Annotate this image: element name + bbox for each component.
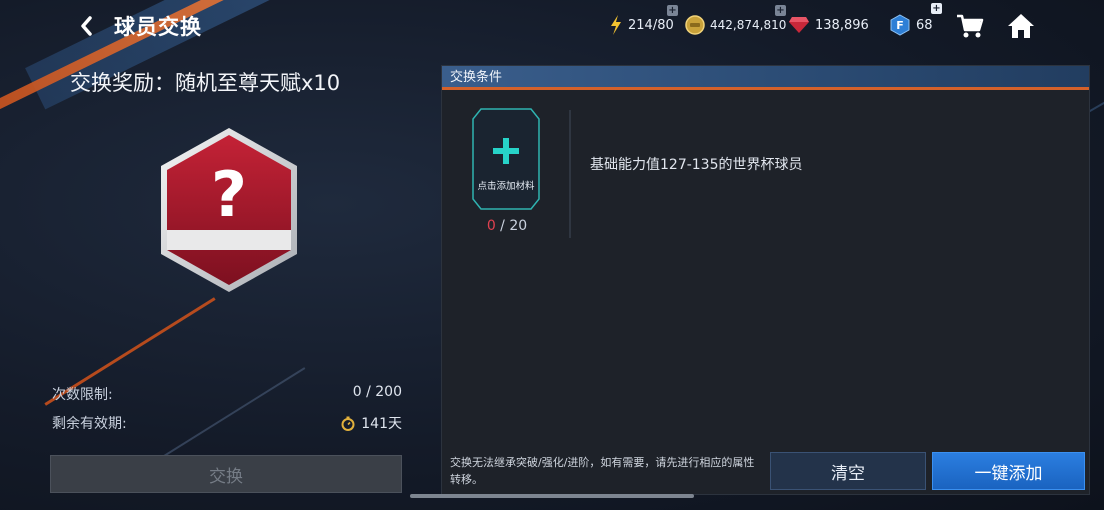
coins-value: 442,874,810 bbox=[710, 18, 787, 32]
reward-title: 交换奖励：随机至尊天赋x10 bbox=[70, 71, 341, 95]
home-button[interactable] bbox=[1006, 11, 1036, 41]
energy-resource[interactable]: 214/80 + bbox=[609, 5, 678, 37]
gem-icon bbox=[788, 16, 810, 34]
limit-label: 次数限制: bbox=[52, 387, 113, 403]
conditions-header: 交换条件 bbox=[442, 66, 1089, 90]
gems-value: 138,896 bbox=[815, 17, 869, 33]
limit-value: 0 / 200 bbox=[352, 384, 402, 400]
fpoints-value: 68 bbox=[916, 17, 933, 33]
exchange-note: 交换无法继承突破/强化/进阶，如有需要，请先进行相应的属性转移。 bbox=[450, 456, 755, 486]
conditions-panel: 交换条件 点击添加材料 0 / 20 基础能力值127-135的世界杯球员 交换… bbox=[441, 65, 1090, 495]
add-energy-icon[interactable]: + bbox=[667, 5, 678, 16]
exchange-button[interactable]: 交换 bbox=[50, 455, 402, 493]
requirement-text: 基础能力值127-135的世界杯球员 bbox=[590, 157, 803, 173]
coins-resource[interactable]: 442,874,810 + bbox=[685, 5, 787, 37]
home-icon bbox=[1008, 14, 1034, 38]
coin-icon bbox=[685, 15, 705, 35]
cart-icon bbox=[957, 14, 984, 38]
gems-resource[interactable]: 138,896 bbox=[788, 13, 869, 37]
page-title: 球员交换 bbox=[114, 15, 202, 39]
auto-add-button[interactable]: 一键添加 bbox=[932, 452, 1085, 490]
add-material-slot[interactable]: 点击添加材料 bbox=[471, 107, 541, 211]
add-fpoints-icon[interactable]: + bbox=[931, 3, 942, 14]
question-card-icon: ? bbox=[161, 128, 297, 292]
back-arrow-icon bbox=[81, 16, 92, 36]
validity-label: 剩余有效期: bbox=[52, 416, 127, 432]
svg-text:F: F bbox=[896, 19, 904, 32]
stopwatch-icon bbox=[341, 416, 355, 431]
validity-value-wrap: 141天 bbox=[341, 413, 402, 433]
divider bbox=[569, 110, 571, 238]
material-count: 0 / 20 bbox=[462, 218, 552, 234]
add-material-label: 点击添加材料 bbox=[477, 181, 535, 192]
fpoints-resource[interactable]: F 68 + bbox=[889, 3, 942, 37]
lightning-icon bbox=[609, 14, 623, 36]
material-count-total: / 20 bbox=[495, 218, 528, 234]
validity-value: 141天 bbox=[361, 416, 402, 432]
fpoint-icon: F bbox=[889, 14, 911, 36]
svg-text:?: ? bbox=[211, 158, 247, 231]
energy-value: 214/80 bbox=[628, 17, 674, 33]
back-button[interactable] bbox=[74, 12, 98, 40]
material-count-current: 0 bbox=[486, 218, 496, 234]
horizontal-scrollbar[interactable] bbox=[410, 494, 694, 498]
clear-button[interactable]: 清空 bbox=[770, 452, 926, 490]
shop-cart-button[interactable] bbox=[955, 12, 985, 40]
mystery-card[interactable]: ? bbox=[158, 126, 300, 294]
add-coins-icon[interactable]: + bbox=[775, 5, 786, 16]
plus-icon bbox=[493, 138, 519, 164]
